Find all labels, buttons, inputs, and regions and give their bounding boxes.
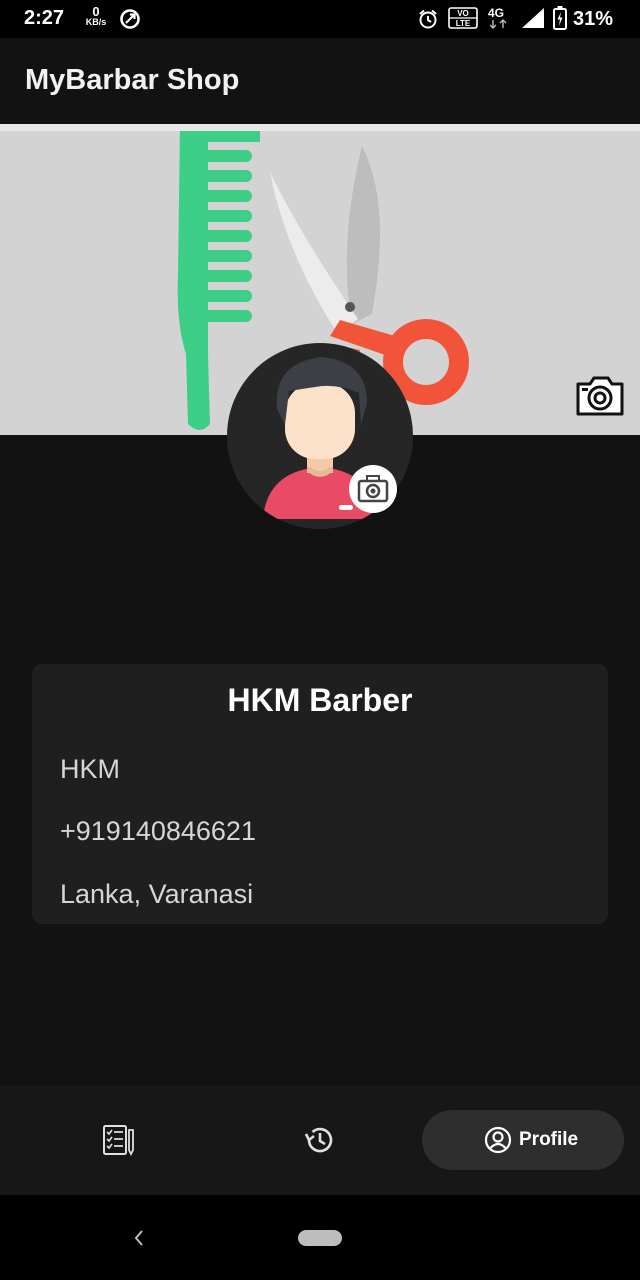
phone-number: +919140846621 — [60, 816, 256, 846]
app-title: MyBarbar Shop — [25, 64, 240, 96]
camera-icon — [357, 475, 389, 503]
volte-icon: VO LTE — [448, 7, 478, 29]
history-icon — [304, 1127, 333, 1153]
signal-icon — [522, 8, 544, 28]
cover-camera-icon[interactable] — [574, 374, 626, 418]
avatar-camera-button[interactable] — [349, 465, 397, 513]
shop-address: Lanka, Varanasi — [60, 879, 254, 909]
orders-list-icon — [103, 1125, 134, 1157]
svg-text:LTE: LTE — [456, 19, 471, 28]
status-time: 2:27 — [24, 7, 65, 29]
home-button[interactable] — [298, 1230, 342, 1246]
data-arrows-icon — [489, 19, 507, 29]
back-icon[interactable] — [130, 1227, 148, 1249]
alarm-icon — [419, 9, 437, 29]
network-type: 4G — [488, 6, 505, 20]
banner-top-strip — [0, 124, 640, 131]
profile-icon — [484, 1126, 512, 1154]
nav-profile-label: Profile — [519, 1129, 579, 1150]
net-speed-value: 0 — [92, 4, 100, 19]
shop-name: HKM Barber — [227, 682, 413, 718]
nav-item-history[interactable] — [302, 1122, 338, 1158]
nav-item-orders[interactable] — [98, 1120, 138, 1160]
data-saver-icon — [120, 9, 140, 29]
net-speed-unit: KB/s — [85, 17, 107, 27]
owner-name: HKM — [60, 754, 120, 784]
battery-icon — [553, 6, 567, 30]
battery-percent: 31% — [573, 8, 614, 30]
svg-text:VO: VO — [457, 9, 469, 18]
net-speed: 0 KB/s — [84, 4, 108, 28]
status-bar: 2:27 0 KB/s VO LTE 4G 31% — [0, 0, 640, 38]
